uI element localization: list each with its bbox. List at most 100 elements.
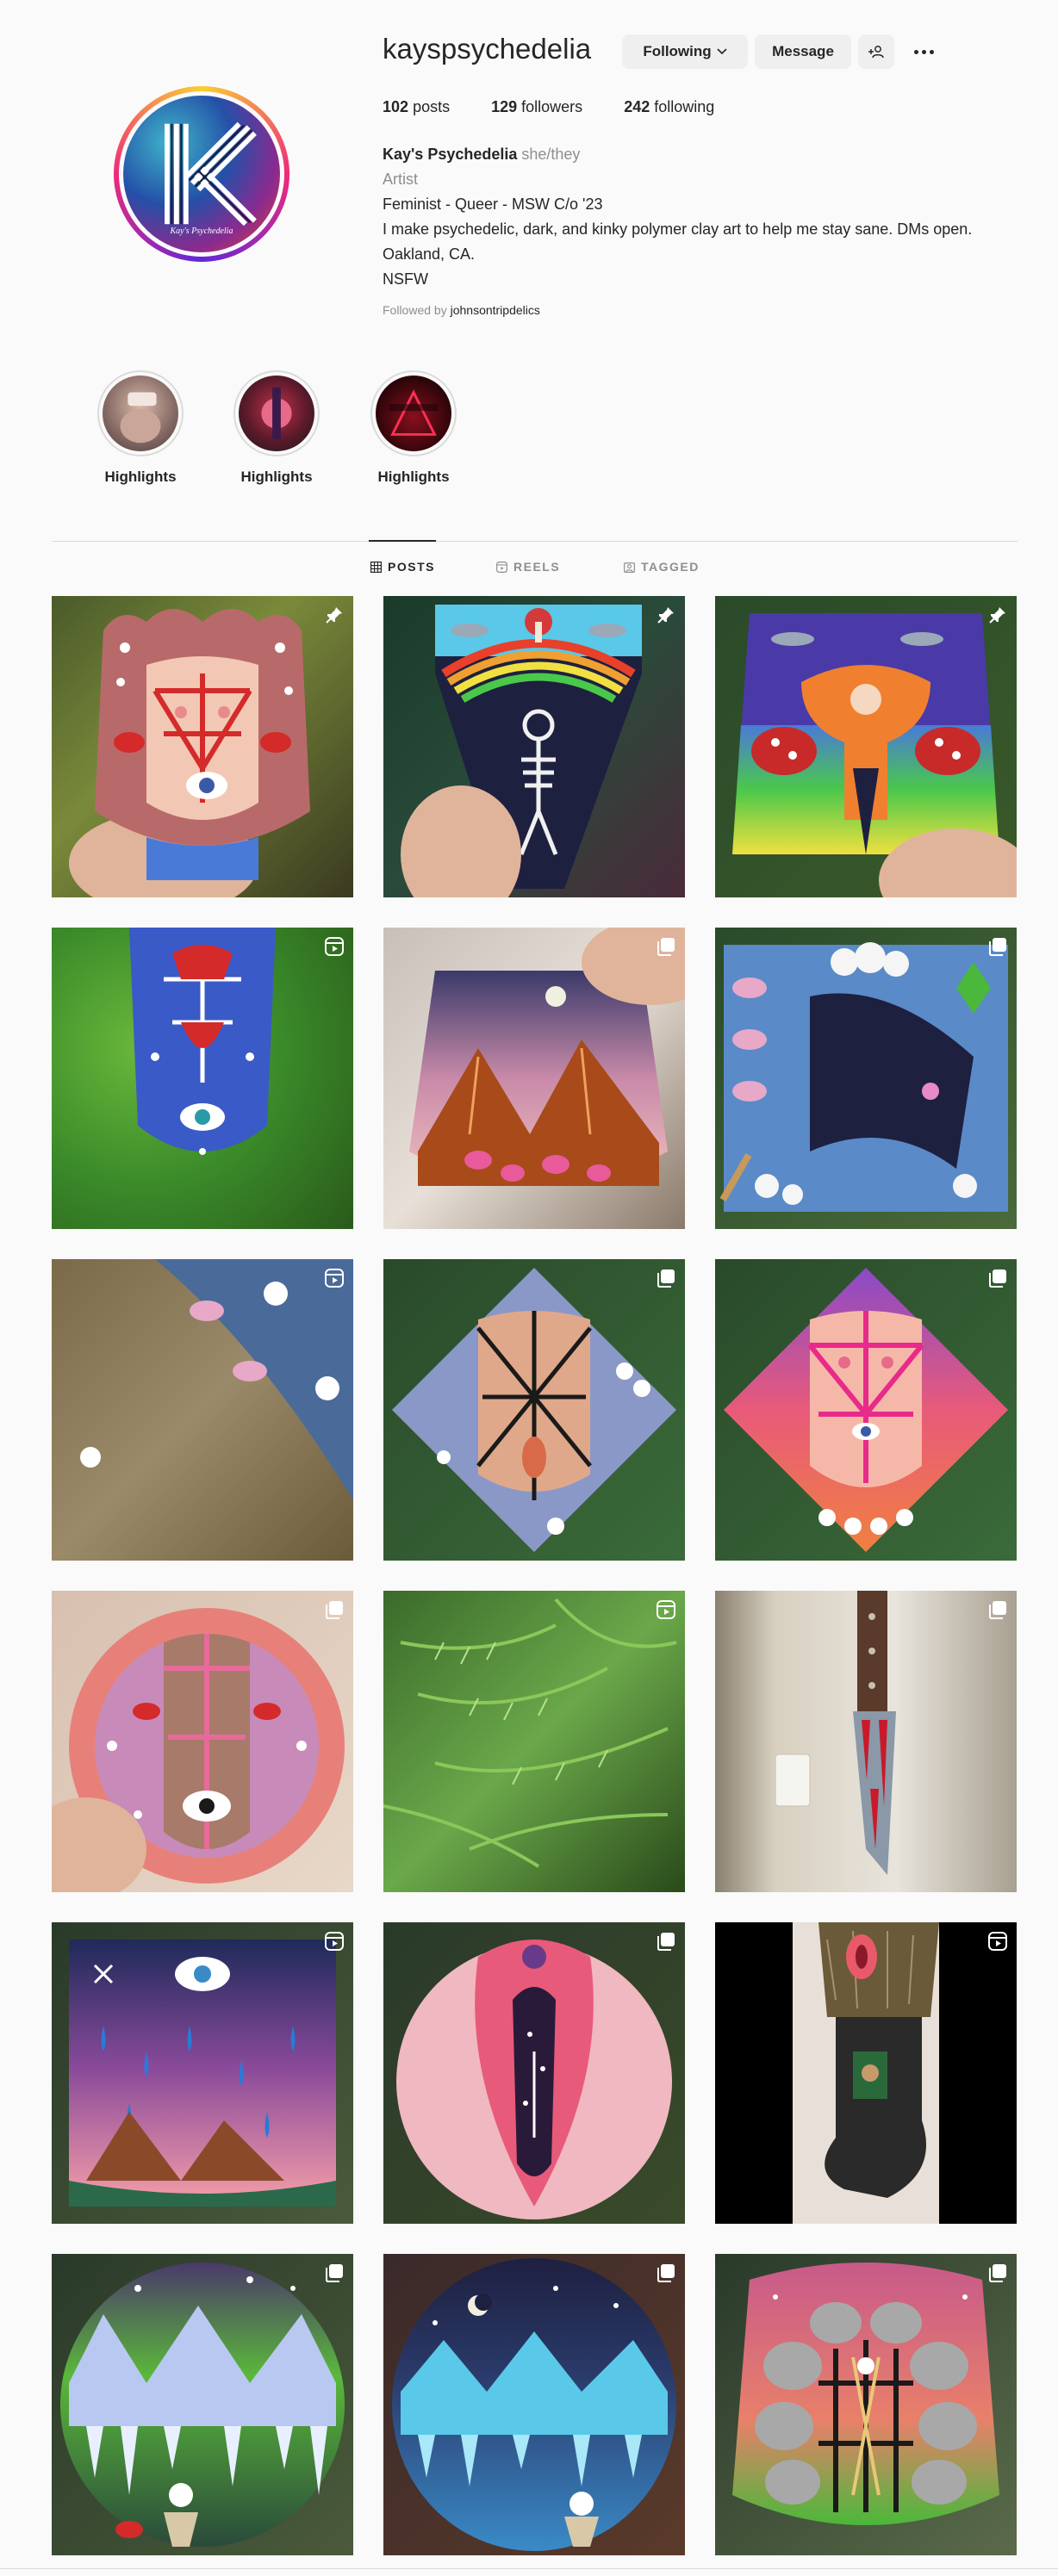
post-image [383, 928, 685, 1229]
tagged-icon [624, 562, 635, 573]
post-image [383, 1922, 685, 2224]
post-thumbnail[interactable] [383, 928, 685, 1229]
following-button[interactable]: Following [622, 34, 748, 69]
post-thumbnail[interactable] [383, 1591, 685, 1892]
post-thumbnail[interactable] [715, 596, 1017, 897]
tabs-divider [52, 541, 1018, 542]
post-thumbnail[interactable] [715, 1591, 1017, 1892]
post-thumbnail[interactable] [383, 596, 685, 897]
post-image [383, 2254, 685, 2555]
active-tab-indicator [369, 540, 436, 542]
post-image [715, 928, 1017, 1229]
add-person-icon [868, 46, 884, 59]
post-image [52, 2254, 353, 2555]
suggested-accounts-button[interactable] [858, 34, 894, 69]
following-count: 242 [624, 98, 650, 115]
pin-icon [657, 607, 674, 624]
highlight-cover [103, 376, 178, 451]
carousel-icon [989, 938, 1006, 956]
reels-icon [496, 561, 507, 573]
carousel-icon [657, 1269, 675, 1288]
bio-name-row: Kay's Psychedelia she/they [383, 142, 1037, 167]
followed-by[interactable]: Followed by johnsontripdelics [383, 303, 540, 317]
posts-stat[interactable]: 102 posts [383, 98, 450, 116]
post-thumbnail[interactable] [52, 1591, 353, 1892]
profile-stats: 102 posts 129 followers 242 following [383, 98, 756, 116]
carousel-icon [989, 2264, 1006, 2282]
post-thumbnail[interactable] [383, 2254, 685, 2555]
profile-category: Artist [383, 171, 419, 188]
carousel-icon [326, 1601, 343, 1619]
tab-reels[interactable]: REELS [496, 560, 560, 574]
post-thumbnail[interactable] [52, 2254, 353, 2555]
post-image [52, 928, 353, 1229]
highlight-cover [376, 376, 451, 451]
profile-page: Kay's Psychedelia kayspsychedelia Follow… [0, 0, 1058, 2576]
post-image [383, 1591, 685, 1892]
bio-line-4: NSFW [383, 270, 428, 288]
carousel-icon [657, 2264, 675, 2282]
post-thumbnail[interactable] [52, 596, 353, 897]
avatar-ring-inner: Kay's Psychedelia [119, 91, 284, 257]
reel-icon [988, 1932, 1007, 1951]
tab-posts[interactable]: POSTS [370, 560, 435, 574]
highlight-ring [97, 370, 184, 456]
chevron-down-icon [717, 48, 727, 55]
avatar-caption: Kay's Psychedelia [170, 227, 233, 236]
profile-username: kayspsychedelia [383, 33, 592, 65]
carousel-icon [989, 1601, 1006, 1619]
page-bottom-divider [0, 2568, 1058, 2569]
post-thumbnail[interactable] [715, 1259, 1017, 1561]
followers-count: 129 [491, 98, 518, 115]
carousel-icon [989, 1269, 1006, 1288]
grid-icon [370, 561, 382, 573]
message-button[interactable]: Message [755, 34, 851, 69]
followers-stat[interactable]: 129 followers [491, 98, 582, 116]
profile-avatar[interactable]: Kay's Psychedelia [114, 86, 289, 262]
message-button-label: Message [772, 43, 834, 59]
post-thumbnail[interactable] [52, 1922, 353, 2224]
post-image [715, 596, 1017, 897]
pin-icon [326, 607, 342, 624]
bio-line-1: Feminist - Queer - MSW C/o '23 [383, 196, 603, 213]
post-thumbnail[interactable] [52, 928, 353, 1229]
post-image [715, 2254, 1017, 2555]
carousel-icon [326, 2264, 343, 2282]
following-label: following [654, 98, 715, 115]
post-thumbnail[interactable] [715, 1922, 1017, 2224]
display-name: Kay's Psychedelia [383, 146, 518, 163]
post-image [383, 596, 685, 897]
story-highlight[interactable]: Highlights [366, 370, 461, 486]
followed-by-prefix: Followed by [383, 303, 447, 317]
post-thumbnail[interactable] [52, 1259, 353, 1561]
story-highlight[interactable]: Highlights [229, 370, 324, 486]
highlight-cover [239, 376, 314, 451]
story-highlight[interactable]: Highlights [93, 370, 188, 486]
carousel-icon [657, 1933, 675, 1951]
highlight-label: Highlights [104, 469, 177, 485]
tab-tagged[interactable]: TAGGED [624, 560, 700, 574]
reel-icon [325, 1932, 344, 1951]
k-monogram-avatar-icon: Kay's Psychedelia [123, 96, 280, 252]
reel-icon [657, 1600, 675, 1619]
more-options-icon[interactable] [910, 38, 937, 65]
post-image [715, 1259, 1017, 1561]
bio-line-2: I make psychedelic, dark, and kinky poly… [383, 220, 973, 238]
post-thumbnail[interactable] [715, 928, 1017, 1229]
tab-tagged-label: TAGGED [641, 560, 700, 574]
pronouns: she/they [521, 146, 581, 163]
following-stat[interactable]: 242 following [624, 98, 714, 116]
post-image [52, 596, 353, 897]
followed-by-user: johnsontripdelics [450, 303, 540, 317]
highlight-label: Highlights [377, 469, 450, 485]
posts-count: 102 [383, 98, 409, 115]
post-thumbnail[interactable] [383, 1259, 685, 1561]
bio-line-3: Oakland, CA. [383, 245, 476, 263]
tab-posts-label: POSTS [388, 560, 435, 574]
post-thumbnail[interactable] [383, 1922, 685, 2224]
post-image [52, 1922, 353, 2224]
post-thumbnail[interactable] [715, 2254, 1017, 2555]
post-image [52, 1259, 353, 1561]
highlight-ring [233, 370, 320, 456]
post-image [383, 1259, 685, 1561]
